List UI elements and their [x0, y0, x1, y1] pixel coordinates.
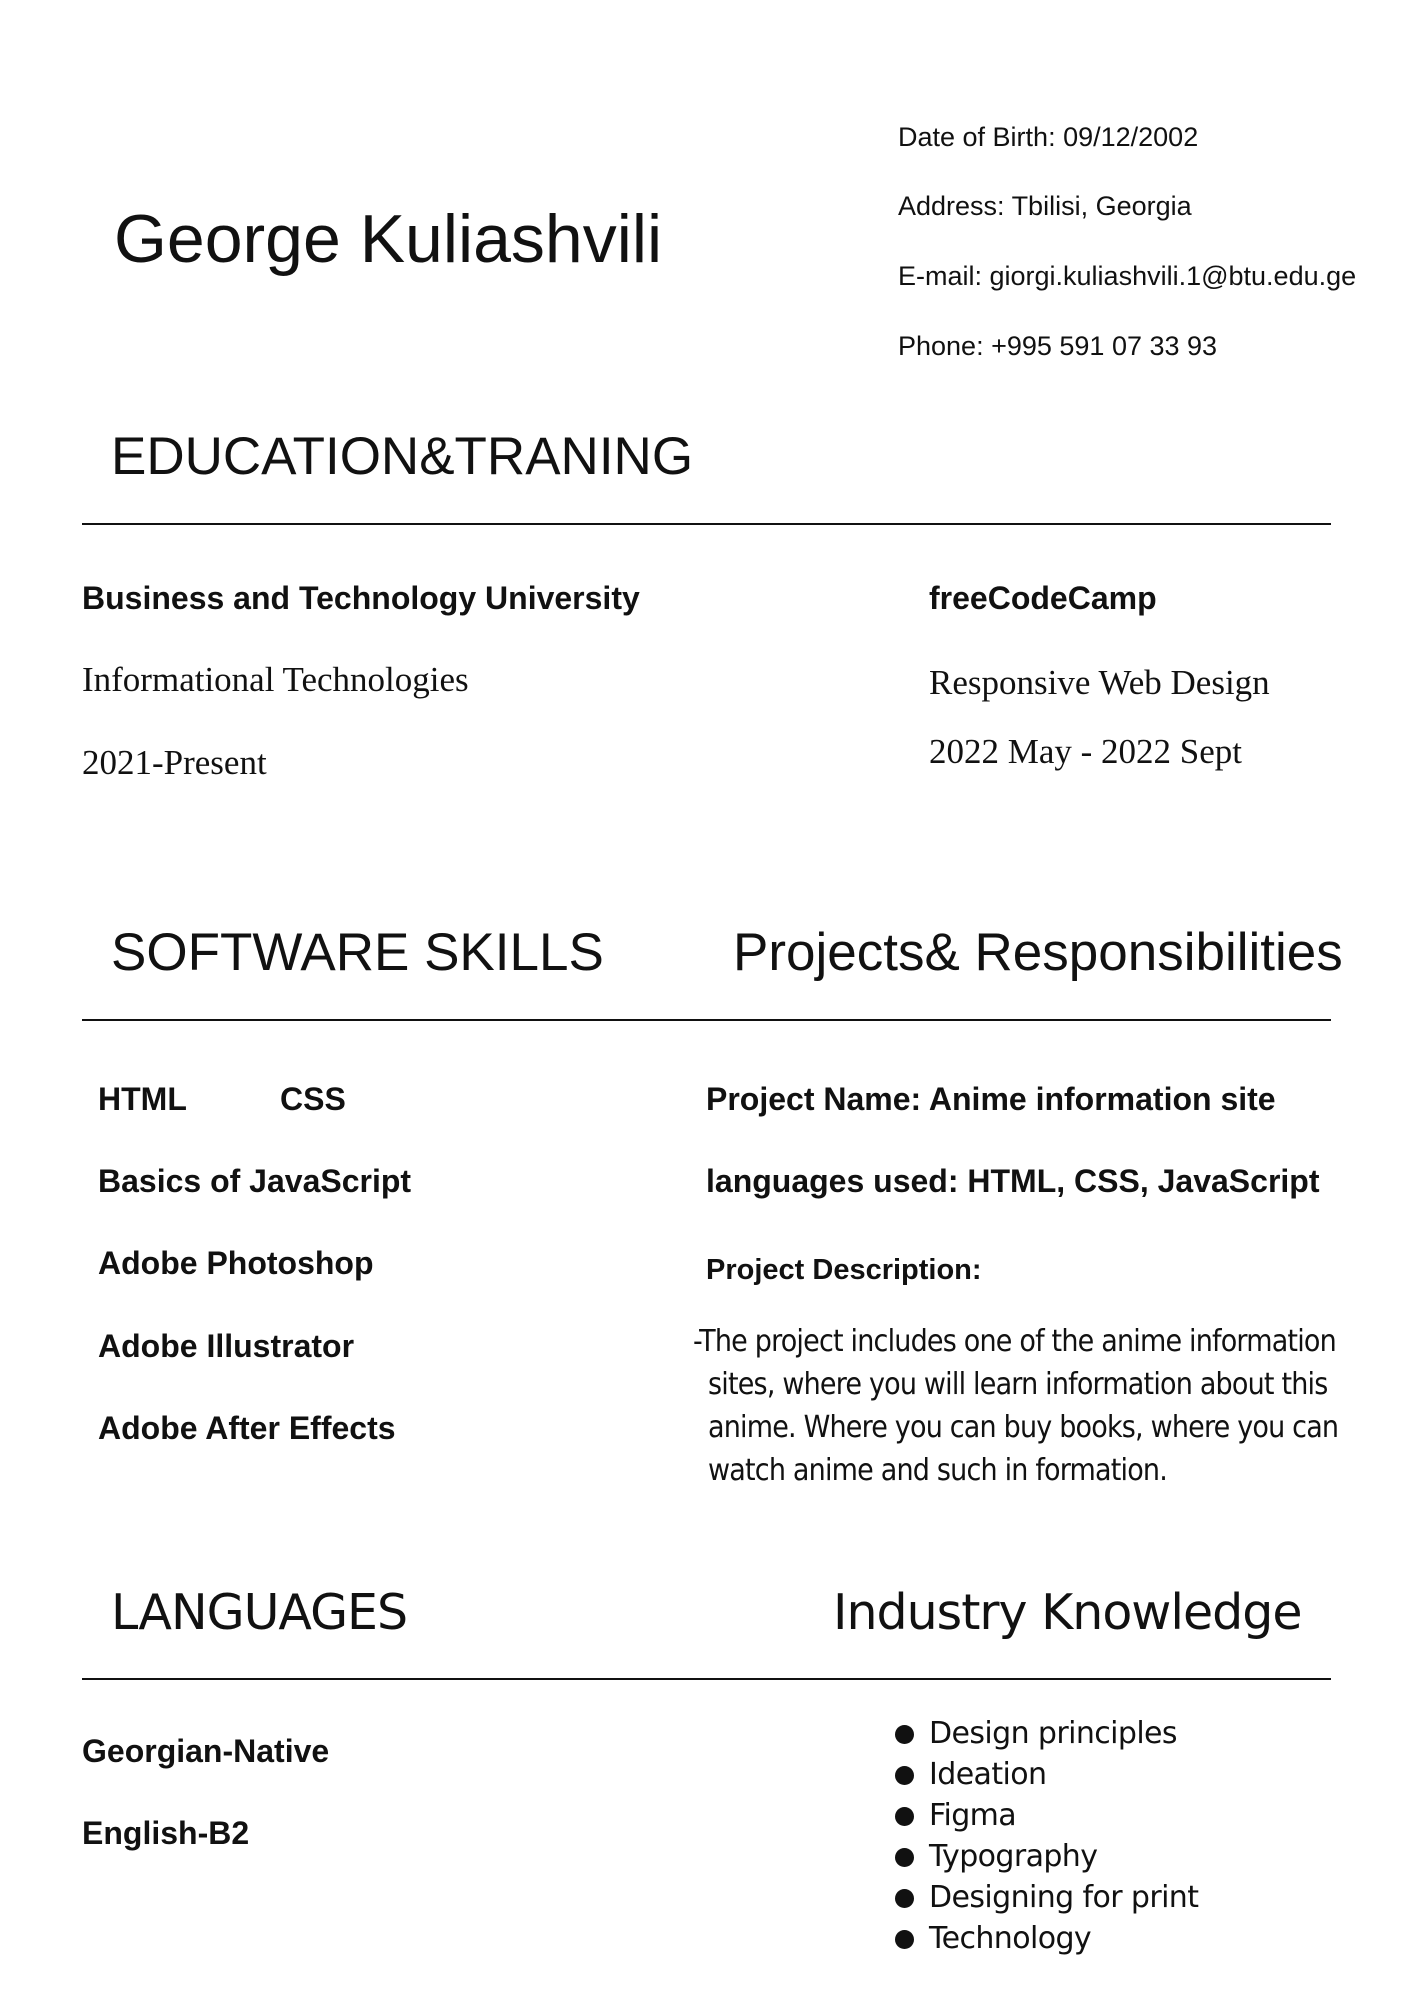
project-description-label: Project Description:: [706, 1254, 982, 1286]
description-line: -The project includes one of the anime i…: [693, 1324, 1337, 1359]
languages-section-title: LANGUAGES: [111, 1584, 408, 1641]
bullet-icon: [895, 1848, 914, 1867]
bullet-icon: [895, 1889, 914, 1908]
industry-item: Designing for print: [895, 1877, 1199, 1918]
education-field: Responsive Web Design: [929, 663, 1270, 702]
industry-item: Design principles: [895, 1713, 1198, 1754]
education-section-title: EDUCATION&TRANING: [111, 427, 694, 486]
education-period: 2022 May - 2022 Sept: [929, 732, 1243, 771]
description-line: sites, where you will learn information …: [708, 1367, 1328, 1402]
date-of-birth: Date of Birth: 09/12/2002: [898, 122, 1199, 152]
bullet-icon: [895, 1766, 914, 1785]
candidate-name: George Kuliashvili: [114, 201, 663, 277]
language-item: Georgian-Native: [82, 1733, 330, 1769]
skills-divider: [82, 1019, 1331, 1021]
education-field: Informational Technologies: [82, 660, 469, 699]
description-line: watch anime and such in formation.: [708, 1453, 1168, 1488]
project-description: -The project includes one of the anime i…: [693, 1320, 1393, 1492]
bullet-icon: [895, 1930, 914, 1949]
industry-item: Figma: [895, 1795, 1198, 1836]
phone: Phone: +995 591 07 33 93: [898, 331, 1218, 361]
languages-divider: [82, 1678, 1331, 1680]
industry-item: Ideation: [895, 1754, 1198, 1795]
projects-section-title: Projects& Responsibilities: [733, 923, 1343, 982]
bullet-icon: [895, 1725, 914, 1744]
skill-item: Adobe Illustrator: [98, 1328, 355, 1364]
email: E-mail: giorgi.kuliashvili.1@btu.edu.ge: [898, 261, 1357, 291]
skill-item: HTML: [98, 1081, 187, 1117]
education-period: 2021-Present: [82, 743, 267, 782]
project-name: Project Name: Anime information site: [706, 1081, 1276, 1117]
industry-item: Typography: [895, 1836, 1198, 1877]
education-divider: [82, 523, 1331, 525]
skills-section-title: SOFTWARE SKILLS: [111, 923, 604, 982]
skill-item: Adobe Photoshop: [98, 1245, 374, 1281]
education-institution: Business and Technology University: [82, 580, 640, 616]
industry-section-title: Industry Knowledge: [833, 1584, 1302, 1641]
industry-item: Technology: [895, 1918, 1198, 1959]
skill-item: Adobe After Effects: [98, 1410, 396, 1446]
address: Address: Tbilisi, Georgia: [898, 191, 1192, 221]
language-item: English-B2: [82, 1815, 250, 1851]
project-languages: languages used: HTML, CSS, JavaScript: [706, 1163, 1320, 1199]
education-institution: freeCodeCamp: [929, 580, 1157, 616]
industry-list: Design principles Ideation Figma Typogra…: [895, 1713, 1199, 1959]
skill-item: Basics of JavaScript: [98, 1163, 412, 1199]
skill-item: CSS: [280, 1081, 346, 1117]
bullet-icon: [895, 1807, 914, 1826]
description-line: anime. Where you can buy books, where yo…: [708, 1410, 1339, 1445]
